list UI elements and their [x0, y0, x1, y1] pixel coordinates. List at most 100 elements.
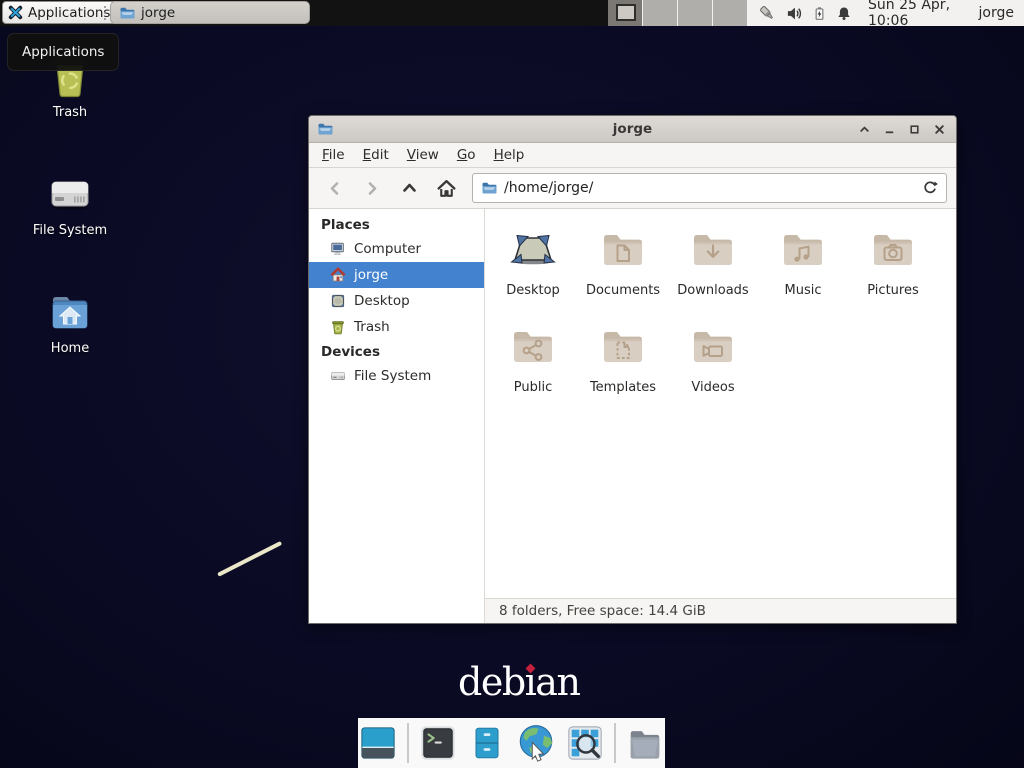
sidebar-item-jorge[interactable]: jorge — [309, 262, 484, 288]
desktop-folder-icon — [509, 226, 557, 274]
back-button[interactable] — [318, 173, 352, 203]
video-folder-icon — [689, 323, 737, 371]
show-desktop-icon — [359, 724, 397, 762]
sidebar-item-label: Computer — [354, 241, 421, 257]
window-title: jorge — [613, 121, 652, 137]
file-videos[interactable]: Videos — [668, 323, 758, 420]
peripheral-tray-icon[interactable] — [758, 4, 777, 23]
menu-help[interactable]: Help — [485, 144, 534, 166]
home48-icon — [46, 288, 94, 336]
sidebar-item-computer[interactable]: Computer — [309, 236, 484, 262]
system-tray — [758, 4, 852, 23]
reload-button[interactable] — [922, 180, 938, 196]
file-public[interactable]: Public — [488, 323, 578, 420]
desktop-icon-label: File System — [33, 223, 107, 238]
file-label: Templates — [590, 380, 656, 395]
sidebar-places-header: Places — [309, 213, 484, 236]
sidebar-item-desktop[interactable]: Desktop — [309, 288, 484, 314]
toolbar — [309, 168, 956, 209]
music-folder-icon — [779, 226, 827, 274]
dock-terminal-button[interactable] — [418, 723, 458, 763]
forward-button[interactable] — [355, 173, 389, 203]
sidebar-devices-header: Devices — [309, 340, 484, 363]
path-bar[interactable] — [472, 173, 947, 203]
dock-show-desktop-button[interactable] — [358, 723, 398, 763]
panel-handle[interactable] — [103, 6, 107, 20]
desktop-icon-file-system[interactable]: File System — [30, 170, 110, 238]
dock-folder-button[interactable] — [625, 723, 665, 763]
share-folder-icon — [509, 323, 557, 371]
path-input[interactable] — [504, 180, 915, 196]
workspace-1[interactable] — [608, 0, 643, 26]
file-label: Music — [785, 283, 822, 298]
folder-icon — [119, 5, 135, 21]
close-button[interactable] — [931, 121, 948, 138]
applications-tooltip: Applications — [7, 33, 119, 71]
menu-go[interactable]: Go — [448, 144, 485, 166]
file-label: Desktop — [506, 283, 560, 298]
dock-web-browser-button[interactable] — [516, 723, 556, 763]
file-downloads[interactable]: Downloads — [668, 226, 758, 323]
drive16-icon — [330, 368, 346, 384]
desktop: Applications jorge Sun 25 Apr, 10:06 jor… — [0, 0, 1024, 768]
menubar: FileEditViewGoHelp — [309, 143, 956, 168]
window-folder-icon — [317, 121, 333, 137]
minimize-button[interactable] — [881, 121, 898, 138]
file-desktop[interactable]: Desktop — [488, 226, 578, 323]
workspace-window-preview — [616, 4, 636, 21]
xfce-logo-icon — [7, 4, 24, 21]
app-finder-icon — [566, 724, 604, 762]
computer16-icon — [330, 241, 346, 257]
status-bar: 8 folders, Free space: 14.4 GiB — [485, 598, 956, 623]
file-documents[interactable]: Documents — [578, 226, 668, 323]
sidebar-item-label: Trash — [354, 319, 390, 335]
dock — [358, 718, 665, 768]
notifications-tray-icon[interactable] — [836, 5, 852, 22]
home16-icon — [330, 267, 346, 283]
maximize-button[interactable] — [906, 121, 923, 138]
folder-icon — [626, 724, 664, 762]
desktop-icon-home[interactable]: Home — [30, 288, 110, 356]
sidebar-item-trash[interactable]: Trash — [309, 314, 484, 340]
sidebar-item-file-system[interactable]: File System — [309, 363, 484, 389]
document-folder-icon — [599, 226, 647, 274]
user-menu[interactable]: jorge — [979, 5, 1014, 21]
sidebar-item-label: Desktop — [354, 293, 410, 309]
workspace-2[interactable] — [643, 0, 678, 26]
workspace-4[interactable] — [713, 0, 748, 26]
camera-folder-icon — [869, 226, 917, 274]
top-panel: Applications jorge Sun 25 Apr, 10:06 jor… — [0, 0, 1024, 26]
menu-edit[interactable]: Edit — [354, 144, 398, 166]
dock-separator — [614, 723, 616, 763]
menu-file[interactable]: File — [313, 144, 354, 166]
desktop-icon-label: Trash — [53, 105, 87, 120]
dock-app-finder-button[interactable] — [565, 723, 605, 763]
applications-menu-button[interactable]: Applications — [2, 1, 119, 24]
workspace-3[interactable] — [678, 0, 713, 26]
file-label: Public — [514, 380, 552, 395]
up-button[interactable] — [392, 173, 426, 203]
taskbar-window-button[interactable]: jorge — [110, 1, 310, 24]
clock[interactable]: Sun 25 Apr, 10:06 — [868, 0, 965, 29]
applications-menu-label: Applications — [28, 5, 110, 21]
file-manager-icon — [470, 724, 504, 762]
file-label: Downloads — [677, 283, 748, 298]
file-label: Pictures — [867, 283, 918, 298]
desktop-icon-label: Home — [51, 341, 89, 356]
battery-tray-icon[interactable] — [812, 5, 827, 22]
taskbar-window-label: jorge — [141, 5, 175, 21]
window-titlebar[interactable]: jorge — [309, 116, 956, 143]
volume-tray-icon[interactable] — [786, 5, 803, 22]
file-pictures[interactable]: Pictures — [848, 226, 938, 323]
file-grid: Desktop Documents Downloads Music Pictures Pu… — [485, 209, 956, 598]
shade-button[interactable] — [856, 121, 873, 138]
home-button[interactable] — [429, 173, 463, 203]
template-folder-icon — [599, 323, 647, 371]
file-templates[interactable]: Templates — [578, 323, 668, 420]
drive48-icon — [46, 170, 94, 218]
dock-file-manager-button[interactable] — [467, 723, 507, 763]
file-music[interactable]: Music — [758, 226, 848, 323]
debian-wordmark: debıan — [458, 660, 579, 704]
trash16-icon — [330, 319, 346, 335]
menu-view[interactable]: View — [398, 144, 448, 166]
